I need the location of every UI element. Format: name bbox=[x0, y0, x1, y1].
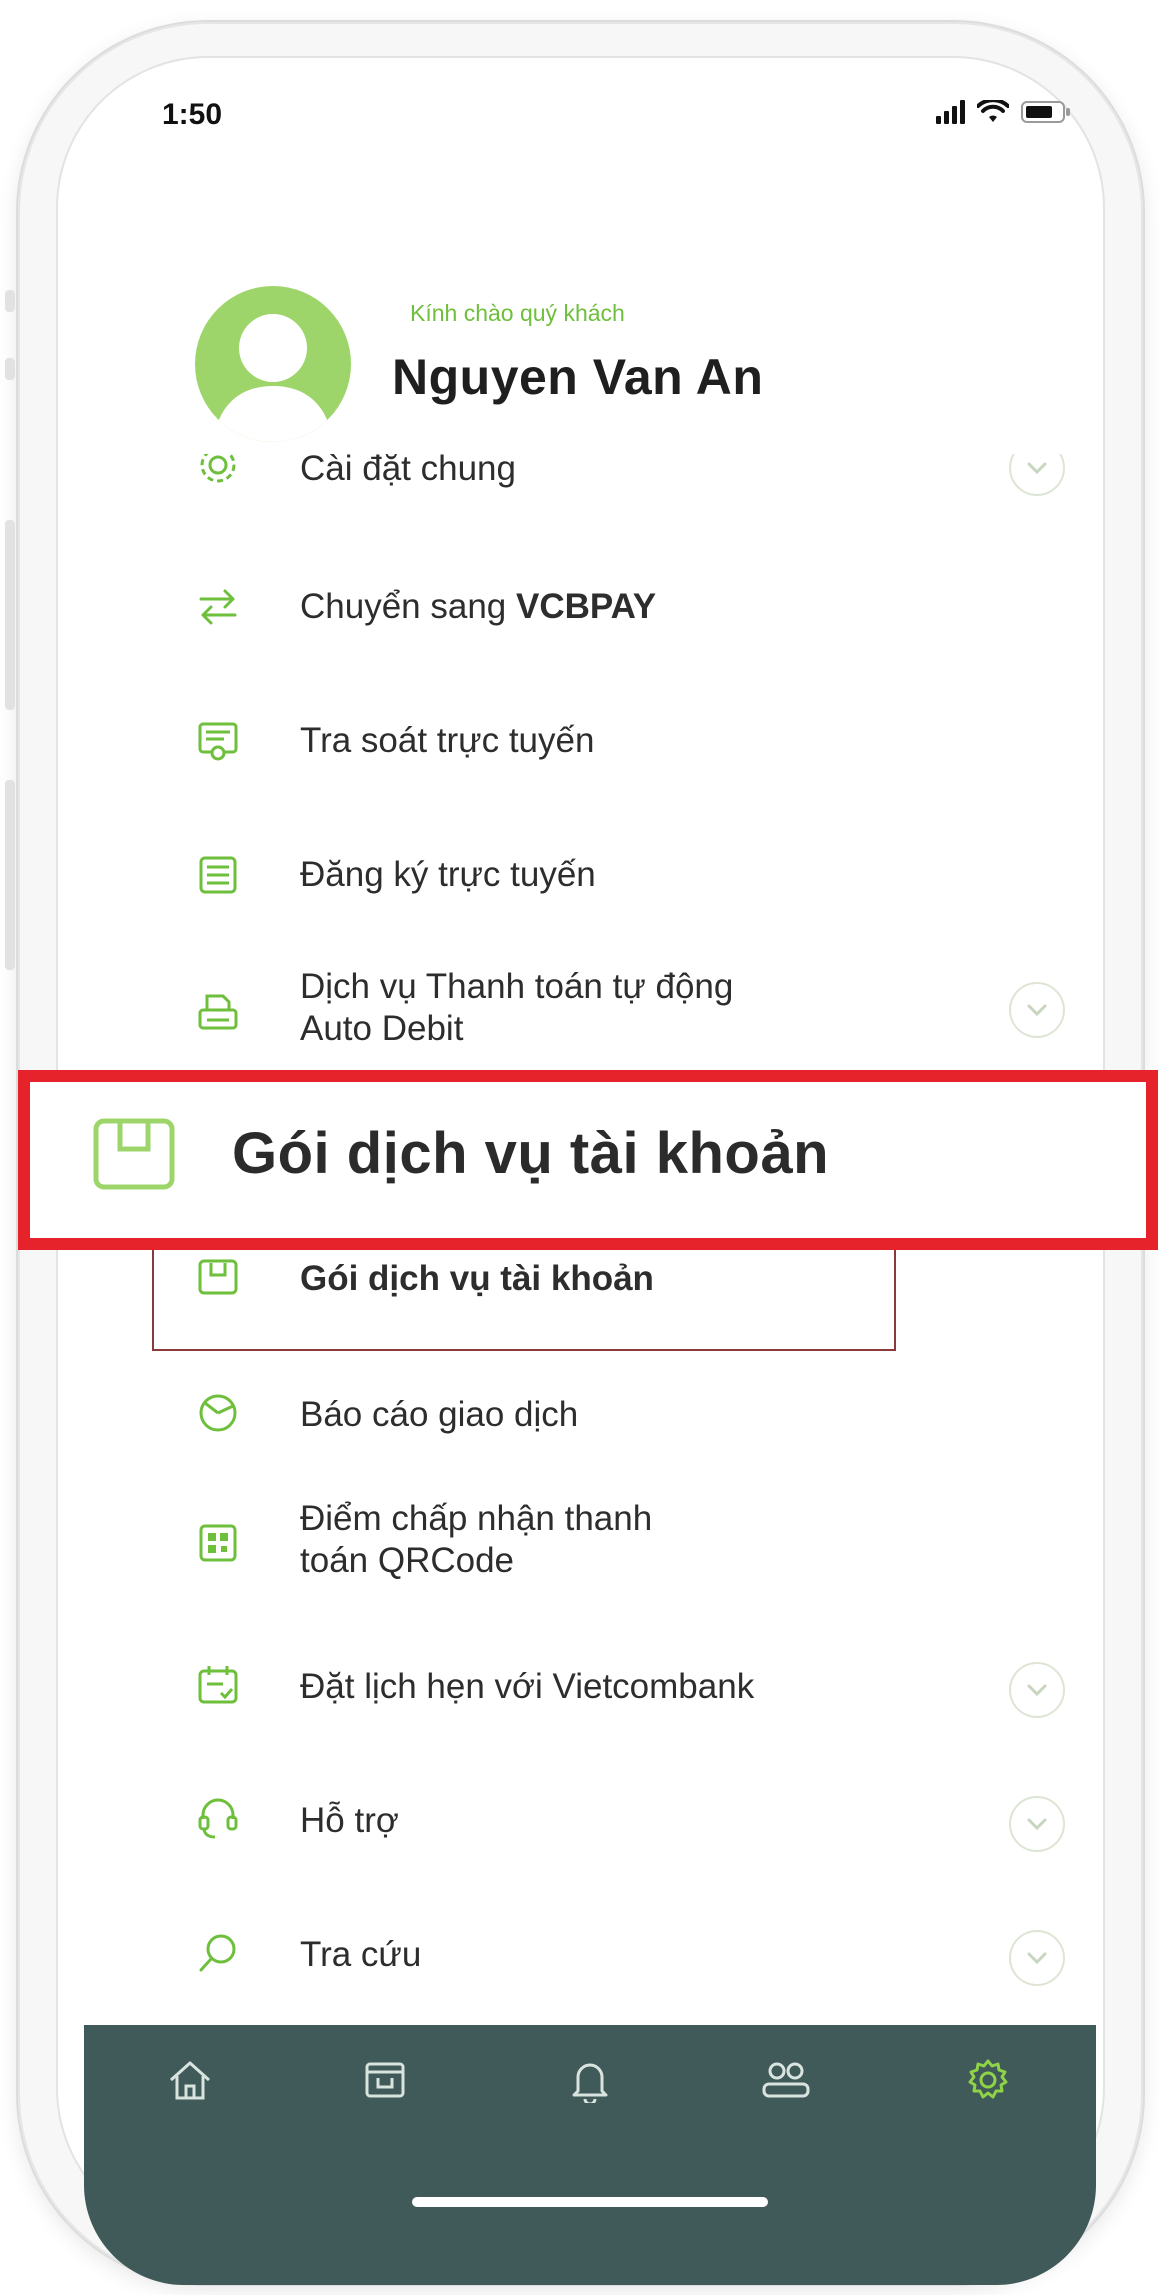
menu-item-label: Gói dịch vụ tài khoản bbox=[300, 1259, 654, 1298]
menu-item-label: Chuyển sang VCBPAY bbox=[300, 587, 657, 626]
menu-item-qrcode-acceptance[interactable]: Điểm chấp nhận thanh toán QRCode bbox=[195, 1494, 1065, 1594]
callout-label: Gói dịch vụ tài khoản bbox=[232, 1121, 830, 1186]
pie-chart-icon bbox=[195, 1390, 241, 1436]
form-document-icon bbox=[195, 852, 241, 898]
menu-item-support[interactable]: Hỗ trợ bbox=[195, 1792, 1065, 1852]
user-name: Nguyen Van An bbox=[392, 349, 764, 405]
chevron-down-icon[interactable] bbox=[1009, 448, 1065, 496]
chevron-down-icon[interactable] bbox=[1009, 1796, 1065, 1852]
swap-arrows-icon bbox=[195, 584, 241, 630]
screen: 1:50 Kính chào quý khách Nguyen Van An C… bbox=[0, 0, 1161, 2295]
nav-home[interactable] bbox=[160, 2050, 220, 2110]
qr-code-icon bbox=[195, 1520, 241, 1566]
menu-item-auto-debit[interactable]: Dịch vụ Thanh toán tự động Auto Debit bbox=[195, 962, 1065, 1062]
calendar-icon bbox=[195, 1662, 241, 1708]
menu-item-label: Dịch vụ Thanh toán tự động Auto Debit bbox=[300, 967, 734, 1048]
wifi-icon bbox=[977, 100, 1009, 124]
header-divider bbox=[195, 442, 1075, 454]
menu-item-online-registration[interactable]: Đăng ký trực tuyến bbox=[195, 846, 1065, 906]
archive-icon bbox=[365, 2062, 405, 2098]
gear-icon bbox=[195, 448, 241, 488]
menu-item-book-appointment[interactable]: Đặt lịch hẹn với Vietcombank bbox=[195, 1658, 1065, 1718]
battery-icon bbox=[1021, 100, 1071, 124]
cellular-signal-icon bbox=[936, 100, 965, 124]
bell-icon bbox=[572, 2063, 608, 2103]
menu-item-general-settings[interactable]: Cài đặt chung bbox=[195, 448, 1065, 502]
menu-item-account-package[interactable]: Gói dịch vụ tài khoản bbox=[195, 1250, 1065, 1310]
menu-item-lookup[interactable]: Tra cứu bbox=[195, 1926, 1065, 1986]
greeting-text: Kính chào quý khách bbox=[410, 300, 625, 326]
home-icon bbox=[169, 2061, 211, 2100]
phone-side-button bbox=[5, 358, 15, 380]
menu-item-label: Cài đặt chung bbox=[300, 449, 516, 488]
menu-item-label: Đăng ký trực tuyến bbox=[300, 855, 596, 894]
menu-item-label: Hỗ trợ bbox=[300, 1801, 399, 1840]
search-icon bbox=[195, 1930, 241, 1976]
headset-icon bbox=[195, 1796, 241, 1842]
menu-item-label: Điểm chấp nhận thanh toán QRCode bbox=[300, 1499, 653, 1580]
chevron-down-icon[interactable] bbox=[1009, 1930, 1065, 1986]
menu-item-label: Tra soát trực tuyến bbox=[300, 721, 595, 760]
status-icons bbox=[936, 100, 1071, 124]
package-icon bbox=[92, 1115, 176, 1198]
search-document-icon bbox=[195, 718, 241, 764]
status-time: 1:50 bbox=[162, 98, 223, 131]
phone-volume-up-button bbox=[5, 520, 15, 710]
printer-icon bbox=[195, 990, 241, 1036]
phone-side-button bbox=[5, 290, 15, 312]
menu-item-label: Tra cứu bbox=[300, 1935, 422, 1974]
package-icon bbox=[195, 1254, 241, 1300]
menu-item-transaction-report[interactable]: Báo cáo giao dịch bbox=[195, 1386, 1065, 1446]
phone-volume-down-button bbox=[5, 780, 15, 970]
user-icon bbox=[213, 314, 333, 442]
people-icon bbox=[762, 2062, 810, 2098]
home-indicator[interactable] bbox=[412, 2197, 768, 2207]
menu-item-online-inquiry[interactable]: Tra soát trực tuyến bbox=[195, 712, 1065, 772]
nav-notifications[interactable] bbox=[560, 2050, 620, 2110]
settings-icon bbox=[968, 2059, 1008, 2099]
chevron-down-icon[interactable] bbox=[1009, 1662, 1065, 1718]
menu-item-label: Báo cáo giao dịch bbox=[300, 1395, 579, 1434]
avatar[interactable] bbox=[195, 286, 351, 442]
chevron-down-icon[interactable] bbox=[1009, 982, 1065, 1038]
menu-item-switch-vcbpay[interactable]: Chuyển sang VCBPAY bbox=[195, 578, 1065, 638]
nav-settings[interactable] bbox=[958, 2050, 1018, 2110]
nav-people[interactable] bbox=[756, 2050, 816, 2110]
nav-archive[interactable] bbox=[355, 2050, 415, 2110]
menu-item-label: Đặt lịch hẹn với Vietcombank bbox=[300, 1667, 755, 1706]
